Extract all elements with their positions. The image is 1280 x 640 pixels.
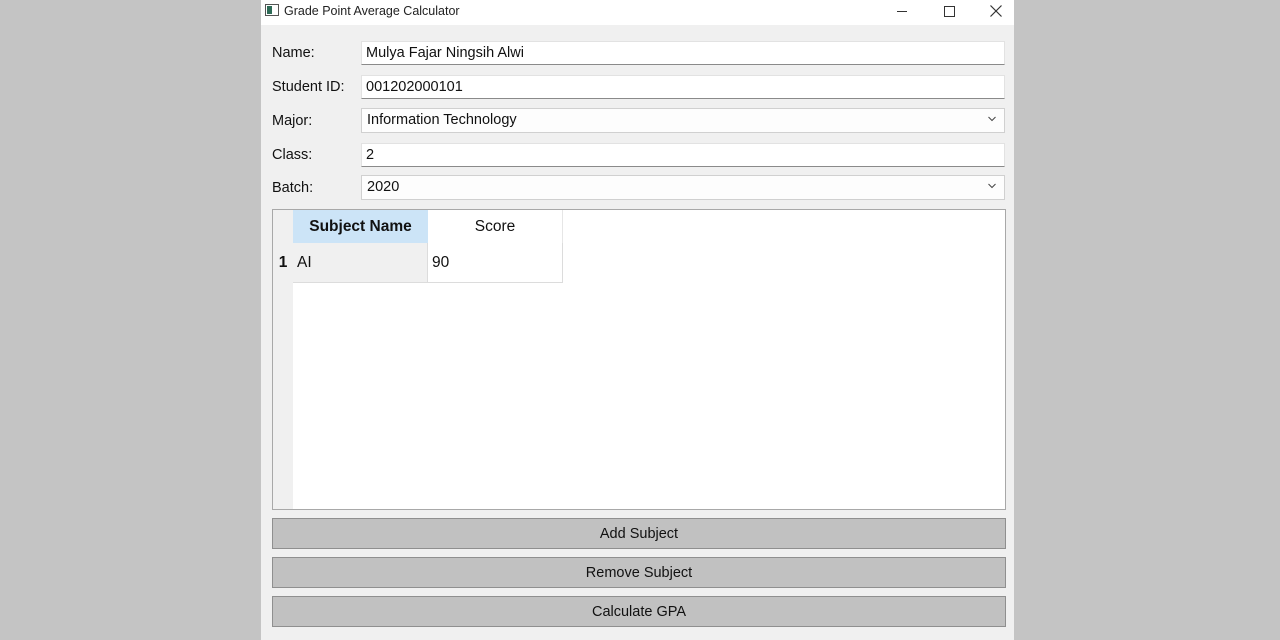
maximize-icon [943,5,955,17]
subject-cell[interactable]: AI [293,243,428,283]
maximize-button[interactable] [926,0,972,22]
major-label: Major: [272,113,313,129]
title-bar[interactable]: Grade Point Average Calculator [261,0,1014,25]
minimize-icon [897,10,907,12]
subjects-table[interactable]: Subject Name Score 1 AI 90 [272,209,1006,510]
batch-selected-value: 2020 [367,179,400,195]
column-header-score[interactable]: Score [428,210,563,243]
close-icon [990,5,1002,17]
batch-select[interactable]: 2020 [361,175,1005,200]
app-window: Grade Point Average Calculator Name: Stu… [261,0,1014,640]
batch-label: Batch: [272,180,314,196]
minimize-button[interactable] [879,0,925,22]
name-input[interactable] [361,41,1005,65]
window-title: Grade Point Average Calculator [284,4,460,18]
name-label: Name: [272,45,315,61]
close-button[interactable] [973,0,1014,22]
student-id-label: Student ID: [272,79,345,95]
remove-subject-button[interactable]: Remove Subject [272,557,1006,588]
column-header-subject[interactable]: Subject Name [293,210,428,243]
major-selected-value: Information Technology [367,112,517,128]
calculate-gpa-button[interactable]: Calculate GPA [272,596,1006,627]
score-cell[interactable]: 90 [428,243,563,283]
class-input[interactable] [361,143,1005,167]
class-label: Class: [272,147,313,163]
add-subject-button[interactable]: Add Subject [272,518,1006,549]
chevron-down-icon [988,116,996,122]
chevron-down-icon [988,183,996,189]
app-icon [265,4,279,16]
student-id-input[interactable] [361,75,1005,99]
major-select[interactable]: Information Technology [361,108,1005,133]
row-header[interactable]: 1 [273,243,293,283]
